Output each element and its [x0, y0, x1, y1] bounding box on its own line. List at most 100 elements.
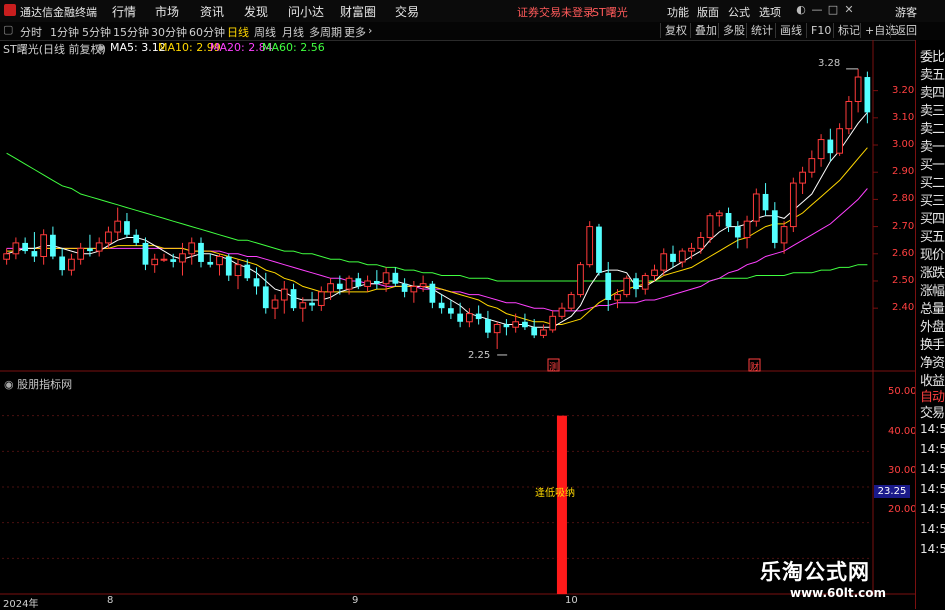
- candle-body: [836, 128, 843, 154]
- low-price-label: 2.25: [468, 350, 491, 361]
- candle-body: [725, 213, 732, 227]
- candle-body: [124, 221, 130, 235]
- candle-body: [160, 258, 168, 261]
- candle-body: [401, 283, 408, 292]
- candle-body: [392, 272, 399, 284]
- candle-body: [789, 182, 797, 228]
- price-tick: 2.50: [892, 274, 915, 286]
- side-item: 卖二: [920, 122, 945, 137]
- candle-body: [743, 220, 751, 238]
- price-tick: 2.90: [892, 166, 915, 178]
- side-item: 总量: [920, 302, 945, 317]
- candle-body: [549, 315, 557, 331]
- candle-body: [207, 261, 214, 265]
- candle-body: [503, 324, 510, 328]
- x-label-year: 2024年: [3, 599, 39, 610]
- candle-body: [382, 272, 390, 285]
- candle-body: [179, 253, 186, 263]
- candle-body: [438, 302, 445, 309]
- candle-body: [198, 242, 204, 262]
- trade-time: 14:56: [920, 442, 945, 456]
- candle-body: [678, 250, 686, 263]
- kline-chart[interactable]: [0, 0, 945, 609]
- candle-body: [59, 256, 66, 271]
- side-item: 涨幅: [920, 284, 945, 299]
- candle-body: [697, 236, 705, 249]
- candle-body: [586, 226, 594, 266]
- x-label-month: 10: [565, 595, 578, 606]
- candle-body: [485, 319, 491, 333]
- candle-body: [31, 251, 38, 257]
- candle-body: [142, 242, 149, 265]
- candle-body: [373, 280, 380, 284]
- candle-body: [706, 215, 714, 238]
- side-item: 买四: [920, 212, 945, 227]
- candle-body: [216, 256, 223, 266]
- watermark-url: www.60lt.com: [790, 586, 887, 600]
- candle-body: [364, 280, 371, 287]
- side-item: 买五: [920, 230, 945, 245]
- event-marker[interactable]: 财: [750, 360, 760, 373]
- candle-body: [170, 259, 177, 262]
- candle-body: [253, 278, 260, 287]
- trade-label[interactable]: 交易: [920, 402, 945, 421]
- indicator-tick: 50.00: [888, 386, 917, 397]
- trade-time: 14:56: [920, 422, 945, 436]
- event-marker[interactable]: 测: [549, 360, 559, 373]
- trade-time: 14:56: [920, 462, 945, 476]
- candle-body: [614, 294, 621, 301]
- side-item: 卖四: [920, 86, 945, 101]
- candle-body: [355, 278, 362, 287]
- candle-body: [651, 269, 658, 277]
- trade-time: 14:56: [920, 502, 945, 516]
- current-value-badge: 23.25: [874, 485, 910, 498]
- candle-body: [327, 283, 334, 293]
- candle-body: [864, 77, 871, 113]
- candle-body: [22, 242, 29, 252]
- candle-body: [95, 242, 103, 252]
- side-item: 买一: [920, 158, 945, 173]
- candle-body: [512, 321, 520, 328]
- watermark-logo: 乐淘公式网: [760, 560, 870, 584]
- candle-body: [799, 171, 806, 184]
- candle-body: [244, 264, 251, 279]
- candle-body: [280, 288, 288, 301]
- candle-body: [633, 278, 639, 290]
- candle-body: [105, 231, 112, 244]
- candle-body: [133, 234, 140, 243]
- candle-body: [771, 210, 778, 243]
- candle-body: [670, 253, 676, 262]
- indicator-name: 股朋指标网: [17, 378, 73, 391]
- candle-body: [50, 234, 56, 257]
- x-label-month: 8: [107, 595, 114, 606]
- candle-body: [309, 302, 315, 306]
- candle-body: [12, 242, 20, 255]
- candle-body: [577, 264, 584, 296]
- candle-body: [262, 286, 269, 309]
- candle-body: [188, 242, 196, 255]
- indicator-title: ◉ 股朋指标网: [4, 376, 72, 392]
- candle-body: [317, 291, 325, 306]
- candle-body: [558, 307, 566, 317]
- candle-body: [596, 226, 602, 273]
- candle-body: [660, 253, 668, 271]
- price-tick: 2.70: [892, 220, 915, 232]
- high-price-label: 3.28: [818, 58, 841, 69]
- side-item: 现价: [920, 248, 945, 263]
- side-item: 卖一: [920, 140, 945, 155]
- side-item: 委比: [920, 50, 945, 65]
- candle-body: [345, 277, 353, 290]
- side-item: 换手: [920, 338, 945, 353]
- candle-body: [87, 248, 93, 252]
- trade-time: 14:56: [920, 542, 945, 556]
- price-tick: 2.80: [892, 193, 915, 205]
- candle-body: [114, 220, 122, 233]
- price-tick: 2.60: [892, 247, 915, 259]
- candle-body: [466, 313, 473, 323]
- candle-body: [522, 321, 528, 328]
- indicator-tick: 20.00: [888, 504, 917, 515]
- x-label-month: 9: [352, 595, 359, 606]
- settings-icon[interactable]: ◉: [4, 378, 17, 391]
- indicator-bar: [556, 415, 567, 594]
- candle-body: [77, 247, 85, 260]
